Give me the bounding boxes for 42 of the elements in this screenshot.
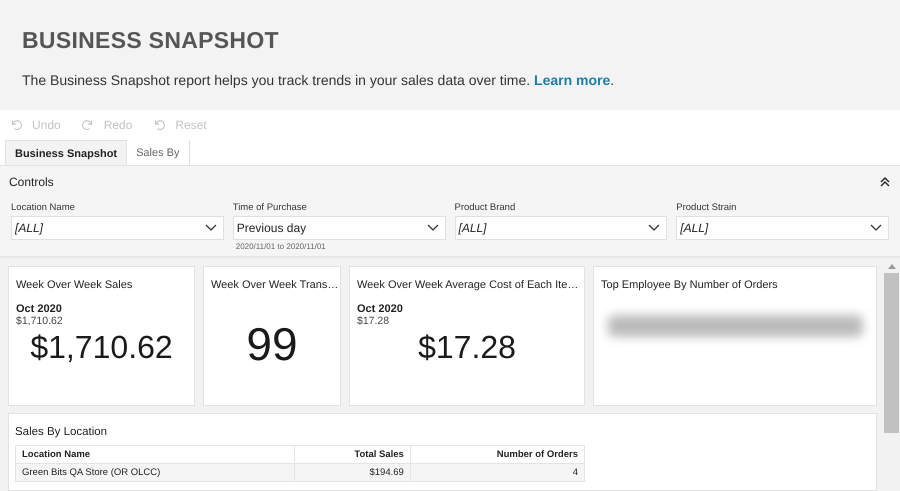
table-cell: 4 — [410, 464, 584, 482]
scrollbar-thumb[interactable] — [884, 273, 899, 433]
dropdown[interactable]: [ALL] — [454, 216, 668, 240]
sub-value: $17.28 — [357, 315, 390, 327]
date-range: 2020/11/01 to 2020/11/01 — [234, 242, 327, 251]
card-title: Top Employee By Number of Orders — [601, 279, 779, 291]
chevron-down-icon — [870, 224, 882, 232]
kpi-value: $1,710.62 — [29, 329, 174, 366]
sub-value: $1,710.62 — [16, 315, 64, 327]
column-header: Location Name — [16, 446, 295, 464]
controls-title: Controls — [9, 175, 54, 189]
redo-icon — [80, 118, 95, 132]
collapse-icon[interactable] — [879, 176, 891, 188]
tab[interactable]: Sales By — [127, 140, 190, 165]
column-header: Total Sales — [294, 446, 410, 464]
kpi-value: $17.28 — [417, 329, 517, 366]
dropdown[interactable]: Previous day — [232, 216, 446, 240]
card-title: Week Over Week Sales — [16, 279, 134, 291]
table-title: Sales By Location — [15, 426, 108, 438]
table-cell: Green Bits QA Store (OR OLCC) — [16, 464, 295, 482]
filter-label: Location Name — [11, 202, 76, 213]
page-title: BUSINESS SNAPSHOT — [22, 27, 280, 54]
period-label: Oct 2020 — [357, 303, 404, 315]
filter-label: Time of Purchase — [232, 202, 308, 213]
reset-icon — [152, 118, 166, 132]
description: The Business Snapshot report helps you track trends in your sales data over time. Learn more. — [22, 72, 616, 88]
dropdown[interactable]: [ALL] — [676, 216, 889, 240]
kpi-value: 99 — [245, 317, 299, 371]
dropdown[interactable]: [ALL] — [11, 216, 224, 240]
learn-more-link[interactable]: Learn more — [534, 72, 610, 88]
filter-label: Product Brand — [454, 202, 516, 213]
card-title: Week Over Week Average Cost of Each Ite… — [357, 279, 577, 291]
column-header: Number of Orders — [410, 446, 584, 464]
chevron-down-icon — [426, 224, 438, 232]
scroll-up-icon — [888, 264, 896, 269]
period-label: Oct 2020 — [16, 303, 63, 315]
table-cell: $194.69 — [294, 464, 410, 482]
tab[interactable]: Business Snapshot — [5, 140, 128, 165]
chevron-down-icon — [204, 224, 217, 232]
filter-label: Product Strain — [676, 202, 738, 213]
chevron-down-icon — [648, 224, 660, 232]
undo-icon — [9, 118, 23, 132]
